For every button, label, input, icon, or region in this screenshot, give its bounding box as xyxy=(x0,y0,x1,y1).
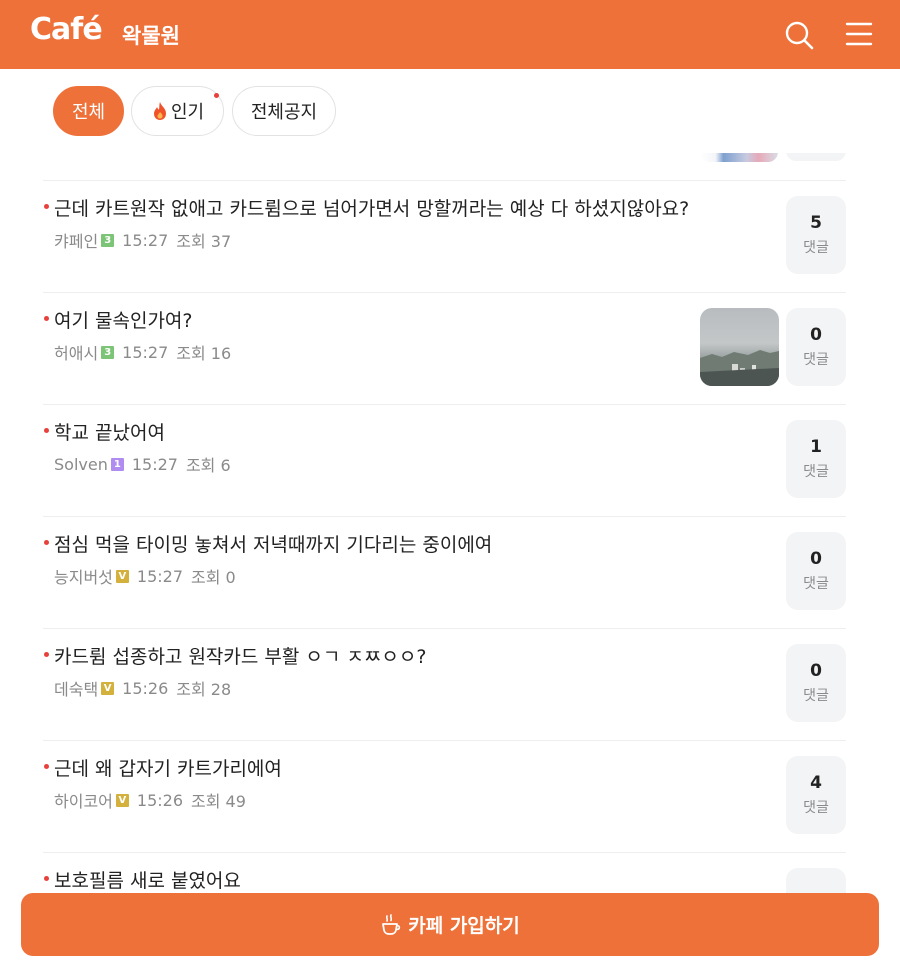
comment-count: 0 xyxy=(810,661,822,681)
hamburger-menu-icon[interactable] xyxy=(845,21,873,47)
post-views: 조회 28 xyxy=(176,680,232,699)
comment-count-button[interactable]: 0 댓글 xyxy=(786,644,846,722)
comment-count: 5 xyxy=(810,213,822,233)
post-title[interactable]: 근데 카트원작 없애고 카드륌으로 넘어가면서 망할꺼라는 예상 다 하셨지않아… xyxy=(54,194,689,221)
new-post-dot xyxy=(44,652,49,657)
cafe-title[interactable]: 왁물원 xyxy=(122,20,180,50)
post-views: 조회 37 xyxy=(176,232,232,251)
post-item[interactable]: 점심 먹을 타이밍 놓쳐서 저녁때까지 기다리는 중이에여 능지버섯 V 15:… xyxy=(0,516,900,628)
post-item[interactable]: 근데 카트원작 없애고 카드륌으로 넘어가면서 망할꺼라는 예상 다 하셨지않아… xyxy=(0,180,900,292)
new-post-dot xyxy=(44,876,49,881)
post-item[interactable]: 학교 끝났어여 Solven 1 15:27 조회 6 1 댓글 xyxy=(0,404,900,516)
post-time: 15:27 xyxy=(136,566,183,586)
post-views: 조회 0 xyxy=(191,568,236,587)
member-level-badge: 1 xyxy=(110,457,124,471)
post-author[interactable]: Solven xyxy=(54,455,108,474)
comment-count-button[interactable]: 4 댓글 xyxy=(786,756,846,834)
comment-label: 댓글 xyxy=(803,576,829,592)
new-dot-badge xyxy=(214,93,219,98)
post-views: 조회 16 xyxy=(176,344,232,363)
member-level-badge: V xyxy=(101,681,115,695)
post-title[interactable]: 점심 먹을 타이밍 놓쳐서 저녁때까지 기다리는 중이에여 xyxy=(54,530,492,557)
post-title[interactable]: 근데 왜 갑자기 카트가리에여 xyxy=(54,754,282,781)
thumbnail-image xyxy=(700,350,779,386)
comment-label: 댓글 xyxy=(803,240,829,256)
comment-count: 0 xyxy=(810,549,822,569)
post-meta: 하이코어 V 15:26 조회 49 xyxy=(54,788,246,812)
post-time: 15:26 xyxy=(136,790,183,810)
post-time: 15:26 xyxy=(122,678,169,698)
comment-count: 4 xyxy=(810,773,822,793)
comment-count-button[interactable]: 1 댓글 xyxy=(786,420,846,498)
comment-label: 댓글 xyxy=(803,464,829,480)
post-meta: 허애시 3 15:27 조회 16 xyxy=(54,340,231,364)
cafe-logo[interactable]: Café xyxy=(30,12,103,47)
post-item[interactable]: 근데 왜 갑자기 카트가리에여 하이코어 V 15:26 조회 49 4 댓글 xyxy=(0,740,900,852)
comment-count-button[interactable]: 0 댓글 xyxy=(786,308,846,386)
search-icon[interactable] xyxy=(784,20,814,50)
post-title[interactable]: 보호필름 새로 붙였어요 xyxy=(54,866,241,893)
tab-label: 인기 xyxy=(170,102,205,123)
flame-icon xyxy=(153,102,166,120)
comment-label: 댓글 xyxy=(803,352,829,368)
new-post-dot xyxy=(44,204,49,209)
post-author[interactable]: 하이코어 xyxy=(54,788,113,812)
post-author[interactable]: 허애시 xyxy=(54,340,98,364)
tab-popular[interactable]: 인기 xyxy=(131,86,224,136)
post-time: 15:27 xyxy=(122,230,169,250)
join-cafe-button[interactable]: 카페 가입하기 xyxy=(21,893,879,956)
post-item[interactable]: 여기 물속인가여? 허애시 3 15:27 조회 16 0 댓글 xyxy=(0,292,900,404)
tab-label: 전체공지 xyxy=(250,102,318,123)
post-title[interactable]: 카드륌 섭종하고 원작카드 부활 ㅇㄱ ㅈㅉㅇㅇ? xyxy=(54,642,426,669)
filter-tabs: 전체 인기 전체공지 xyxy=(0,69,900,153)
post-author[interactable]: 능지버섯 xyxy=(54,564,113,588)
post-title[interactable]: 여기 물속인가여? xyxy=(54,306,193,333)
post-title[interactable]: 학교 끝났어여 xyxy=(54,418,165,445)
post-time: 15:27 xyxy=(122,342,169,362)
member-level-badge: 3 xyxy=(101,233,115,247)
post-thumbnail[interactable] xyxy=(700,308,779,386)
post-views: 조회 49 xyxy=(191,792,246,811)
member-level-badge: 3 xyxy=(101,345,115,359)
comment-label: 댓글 xyxy=(803,800,829,816)
coffee-cup-icon xyxy=(382,913,401,935)
post-author[interactable]: 데숙택 xyxy=(54,676,98,700)
new-post-dot xyxy=(44,764,49,769)
post-item[interactable]: 카드륌 섭종하고 원작카드 부활 ㅇㄱ ㅈㅉㅇㅇ? 데숙택 V 15:26 조회… xyxy=(0,628,900,740)
tab-label: 전체 xyxy=(71,102,106,123)
post-time: 15:27 xyxy=(131,454,178,474)
new-post-dot xyxy=(44,540,49,545)
join-button-label: 카페 가입하기 xyxy=(408,915,520,937)
comment-count-button[interactable]: 5 댓글 xyxy=(786,196,846,274)
comment-count: 1 xyxy=(810,437,822,457)
post-views: 조회 6 xyxy=(185,456,231,475)
post-meta: Solven 1 15:27 조회 6 xyxy=(54,452,231,476)
member-level-badge: V xyxy=(115,793,129,807)
comment-label: 댓글 xyxy=(803,688,829,704)
post-meta: 데숙택 V 15:26 조회 28 xyxy=(54,676,231,700)
new-post-dot xyxy=(44,428,49,433)
tab-all[interactable]: 전체 xyxy=(53,86,124,136)
top-bar: Café 왁물원 xyxy=(0,0,900,69)
post-meta: 캬페인 3 15:27 조회 37 xyxy=(54,228,231,252)
new-post-dot xyxy=(44,316,49,321)
member-level-badge: V xyxy=(115,569,129,583)
post-author[interactable]: 캬페인 xyxy=(54,228,98,252)
comment-count-button[interactable]: 0 댓글 xyxy=(786,532,846,610)
tab-notice[interactable]: 전체공지 xyxy=(232,86,336,136)
post-meta: 능지버섯 V 15:27 조회 0 xyxy=(54,564,236,588)
comment-count: 0 xyxy=(810,325,822,345)
